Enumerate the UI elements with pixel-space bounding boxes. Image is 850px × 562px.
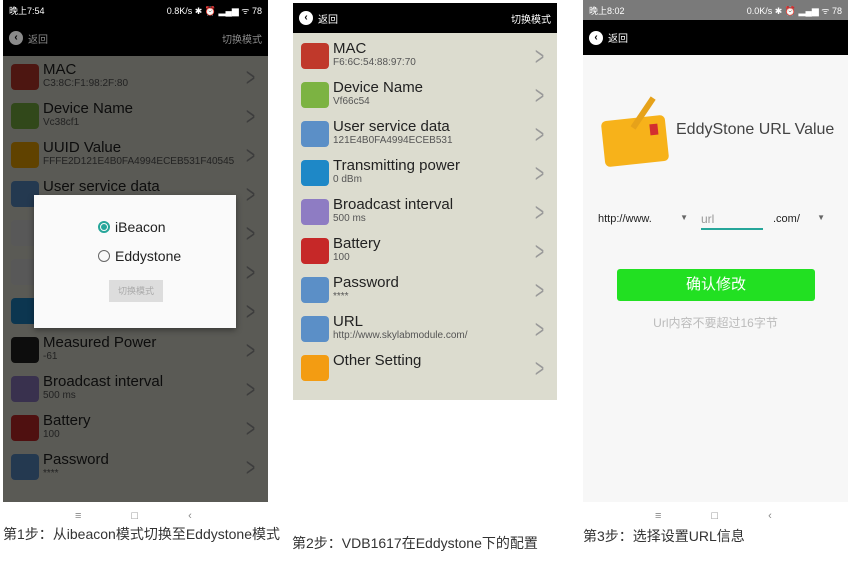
toolbar: ‹ 返回 — [583, 20, 848, 55]
chevron-right-icon: > — [534, 314, 544, 344]
list-item[interactable]: Transmitting power 0 dBm > — [293, 154, 557, 193]
item-title: Battery — [333, 235, 381, 252]
radio-ibeacon[interactable]: iBeacon — [98, 219, 166, 235]
switch-mode-button[interactable]: 切换模式 — [511, 11, 551, 26]
item-value: 100 — [333, 252, 350, 263]
switch-mode-confirm-button[interactable]: 切换模式 — [109, 280, 163, 302]
nav-back-icon[interactable]: ‹ — [768, 510, 772, 522]
page-heading: EddyStone URL Value — [676, 121, 835, 138]
lock-key-icon — [301, 121, 329, 147]
screen-step1: 晚上7:540.8K/s ✱ ⏰ ▂▄▆ ᯤ 78 ‹返回 切换模式 MACC3… — [3, 0, 268, 502]
suffix-value: .com/ — [773, 213, 800, 225]
chevron-right-icon: > — [534, 275, 544, 305]
chevron-right-icon: > — [534, 158, 544, 188]
chevron-right-icon: > — [534, 236, 544, 266]
nav-bar-3: ≡ □ ‹ — [655, 510, 772, 522]
switch-mode-button[interactable]: 切换模式 — [222, 31, 262, 46]
back-icon: ‹ — [299, 11, 313, 25]
lock-key-icon — [301, 277, 329, 303]
toolbar: ‹ 返回 切换模式 — [3, 20, 268, 56]
status-bar: 晚上7:54 0.8K/s ✱ ⏰ ▂▄▆ ᯤ 78 — [3, 0, 268, 20]
item-title: Password — [333, 274, 399, 291]
list-item[interactable]: Broadcast interval500 ms > — [293, 193, 557, 232]
chevron-right-icon: > — [534, 41, 544, 71]
list-item[interactable]: Device Name Vf66c54 > — [293, 76, 557, 115]
toolbar: ‹ 返回 切换模式 — [293, 3, 557, 33]
color-fan-icon — [301, 43, 329, 69]
dropdown-arrow-icon: ▼ — [817, 213, 825, 222]
list-item[interactable]: User service data 121E4B0FA4994ECEB531 > — [293, 115, 557, 154]
back-button[interactable]: ‹ 返回 — [299, 11, 338, 26]
screen-step3: 晚上8:02 0.0K/s ✱ ⏰ ▂▄▆ ᯤ 78 ‹ 返回 EddyStone … — [583, 0, 848, 502]
menu-icon[interactable]: ≡ — [75, 510, 81, 522]
list-item[interactable]: URL http://www.skylabmodule.com/ > — [293, 310, 557, 349]
radio-label: Eddystone — [115, 248, 182, 264]
item-value: F6:6C:54:88:97:70 — [333, 57, 416, 68]
radio-label: iBeacon — [115, 219, 166, 235]
radio-selected-icon — [98, 221, 110, 233]
item-title: MAC — [333, 40, 367, 57]
item-value: 0 dBm — [333, 174, 362, 185]
item-value: http://www.skylabmodule.com/ — [333, 330, 468, 341]
item-value: Vf66c54 — [333, 96, 370, 107]
id-card-icon — [301, 82, 329, 108]
radio-eddystone[interactable]: Eddystone — [98, 248, 181, 264]
battery-icon — [301, 238, 329, 264]
suffix-dropdown[interactable]: .com/ ▼ — [773, 213, 825, 225]
radio-unselected-icon — [98, 250, 110, 262]
item-title: URL — [333, 313, 364, 330]
arrows-icon — [301, 199, 329, 225]
envelope-pencil-icon — [600, 96, 670, 168]
chevron-right-icon: > — [534, 80, 544, 110]
item-title: Broadcast interval — [333, 196, 454, 213]
item-value: **** — [333, 291, 349, 302]
prefix-value: http://www. — [598, 213, 652, 225]
prefix-dropdown[interactable]: http://www. ▼ — [598, 213, 688, 225]
item-value: 500 ms — [333, 213, 366, 224]
list-item[interactable]: Other Setting > — [293, 349, 557, 388]
home-icon[interactable]: □ — [131, 510, 138, 522]
confirm-button[interactable]: 确认修改 — [617, 269, 815, 301]
item-value: 121E4B0FA4994ECEB531 — [333, 135, 453, 146]
home-icon[interactable]: □ — [711, 510, 718, 522]
gears-icon — [301, 355, 329, 381]
item-title: Transmitting power — [333, 157, 460, 174]
status-time: 晚上7:54 — [9, 5, 45, 16]
status-time: 晚上8:02 — [589, 5, 625, 16]
back-button[interactable]: ‹ 返回 — [9, 31, 48, 46]
list-item[interactable]: Password**** > — [293, 271, 557, 310]
back-label: 返回 — [608, 34, 628, 45]
dropdown-arrow-icon: ▼ — [680, 213, 688, 222]
url-hint: Url内容不要超过16字节 — [653, 316, 778, 330]
mode-dialog: iBeacon Eddystone 切换模式 — [34, 195, 236, 328]
list-item[interactable]: Battery100 > — [293, 232, 557, 271]
chevron-right-icon: > — [534, 197, 544, 227]
caption-step3: 第3步：选择设置URL信息 — [583, 528, 745, 544]
item-title: Other Setting — [333, 352, 422, 369]
chevron-right-icon: > — [534, 353, 544, 383]
back-label: 返回 — [28, 34, 48, 46]
list-item[interactable]: MAC F6:6C:54:88:97:70 > — [293, 37, 557, 76]
back-button[interactable]: ‹ 返回 — [589, 30, 628, 45]
beacon-pin-icon — [301, 160, 329, 186]
status-bar: 晚上8:02 0.0K/s ✱ ⏰ ▂▄▆ ᯤ 78 — [583, 0, 848, 20]
lock-key-icon — [301, 316, 329, 342]
settings-list: MAC F6:6C:54:88:97:70 > Device Name Vf66c54 >… — [293, 33, 557, 388]
back-icon: ‹ — [9, 31, 23, 45]
screen-step2: ‹ 返回 切换模式 MAC F6:6C:54:88:97:70 > Device Nam… — [293, 3, 557, 400]
chevron-right-icon: > — [534, 119, 544, 149]
status-icons: 0.8K/s ✱ ⏰ ▂▄▆ ᯤ 78 — [166, 5, 262, 16]
menu-icon[interactable]: ≡ — [655, 510, 661, 522]
back-icon: ‹ — [589, 30, 603, 45]
caption-step1: 第1步：从ibeacon模式切换至Eddystone模式 — [3, 526, 280, 542]
url-input[interactable]: url — [701, 212, 763, 230]
status-icons: 0.0K/s ✱ ⏰ ▂▄▆ ᯤ 78 — [746, 5, 842, 16]
caption-step2: 第2步：VDB1617在Eddystone下的配置 — [292, 535, 538, 551]
item-title: User service data — [333, 118, 450, 135]
back-label: 返回 — [318, 14, 338, 26]
item-title: Device Name — [333, 79, 424, 96]
nav-bar-1: ≡ □ ‹ — [75, 510, 192, 522]
nav-back-icon[interactable]: ‹ — [188, 510, 192, 522]
